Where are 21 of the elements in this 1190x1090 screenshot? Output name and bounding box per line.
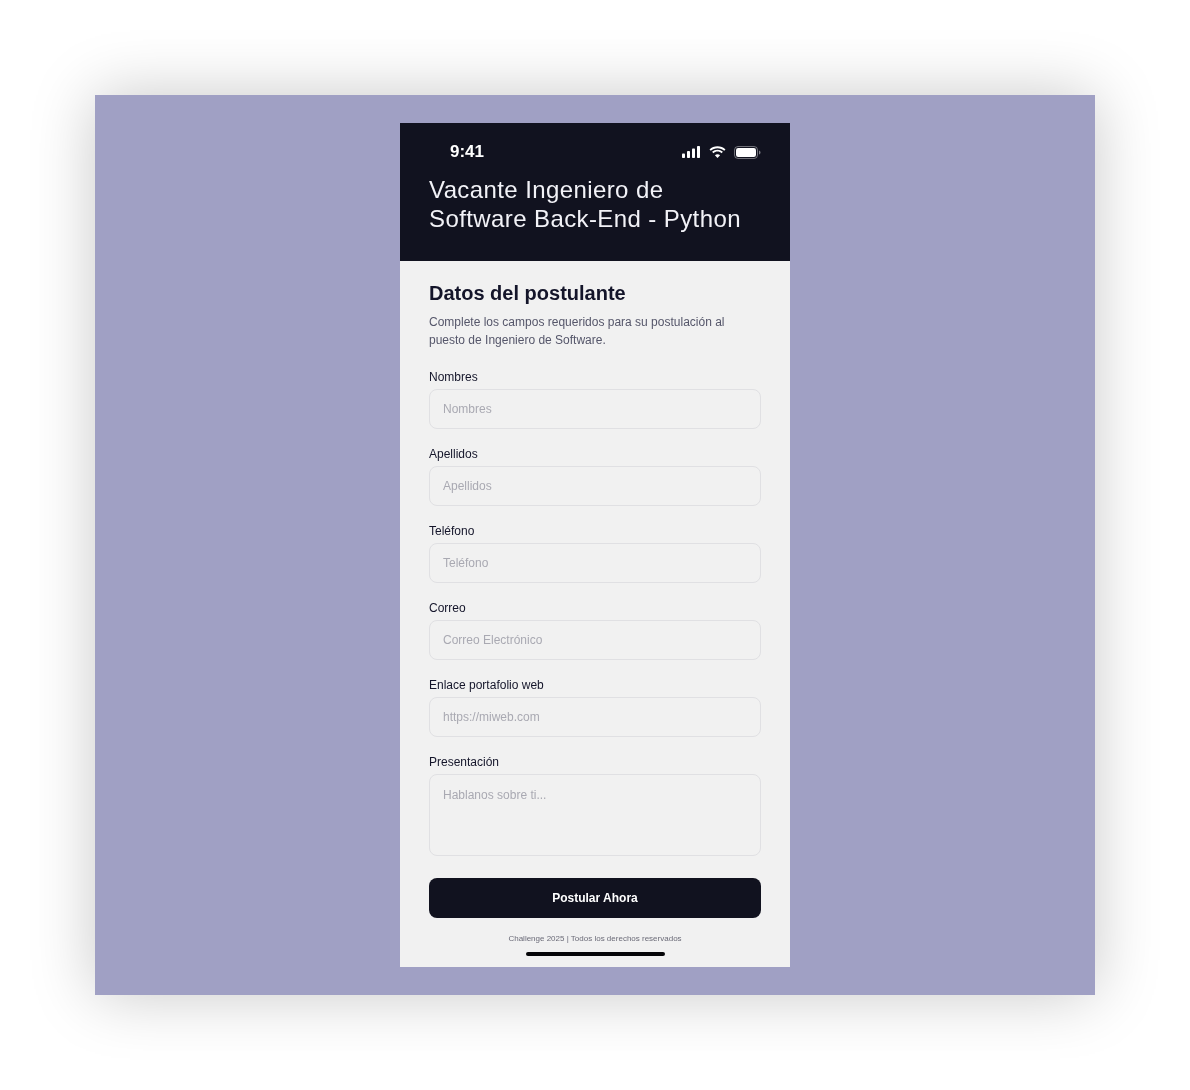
signal-icon — [682, 146, 701, 158]
footer-text: Challenge 2025 | Todos los derechos reservados — [508, 934, 682, 944]
field-label: Nombres — [429, 369, 478, 385]
submit-button[interactable]: Postular Ahora — [429, 878, 761, 918]
input-field[interactable]: Teléfono — [429, 543, 761, 583]
textarea-field[interactable]: Hablanos sobre ti... — [429, 774, 761, 856]
battery-icon — [734, 145, 761, 159]
input-field[interactable]: Apellidos — [429, 466, 761, 506]
field-label: Apellidos — [429, 446, 478, 462]
input-field[interactable]: Nombres — [429, 389, 761, 429]
status-time: 9:41 — [450, 141, 485, 163]
field-label: Enlace portafolio web — [429, 677, 544, 693]
wifi-icon — [709, 146, 726, 158]
field-label: Correo — [429, 600, 466, 616]
field-label: Presentación — [429, 754, 500, 770]
form-description: Complete los campos requeridos para su postulación al puesto de Ingeniero de Software. — [429, 314, 726, 349]
input-field[interactable]: Correo Electrónico — [429, 620, 761, 660]
field-label: Teléfono — [429, 523, 475, 539]
page-title: Vacante Ingeniero de Software Back-End - Python — [429, 175, 742, 233]
form-title: Datos del postulante — [429, 281, 627, 305]
input-field[interactable]: https://miweb.com — [429, 697, 761, 737]
